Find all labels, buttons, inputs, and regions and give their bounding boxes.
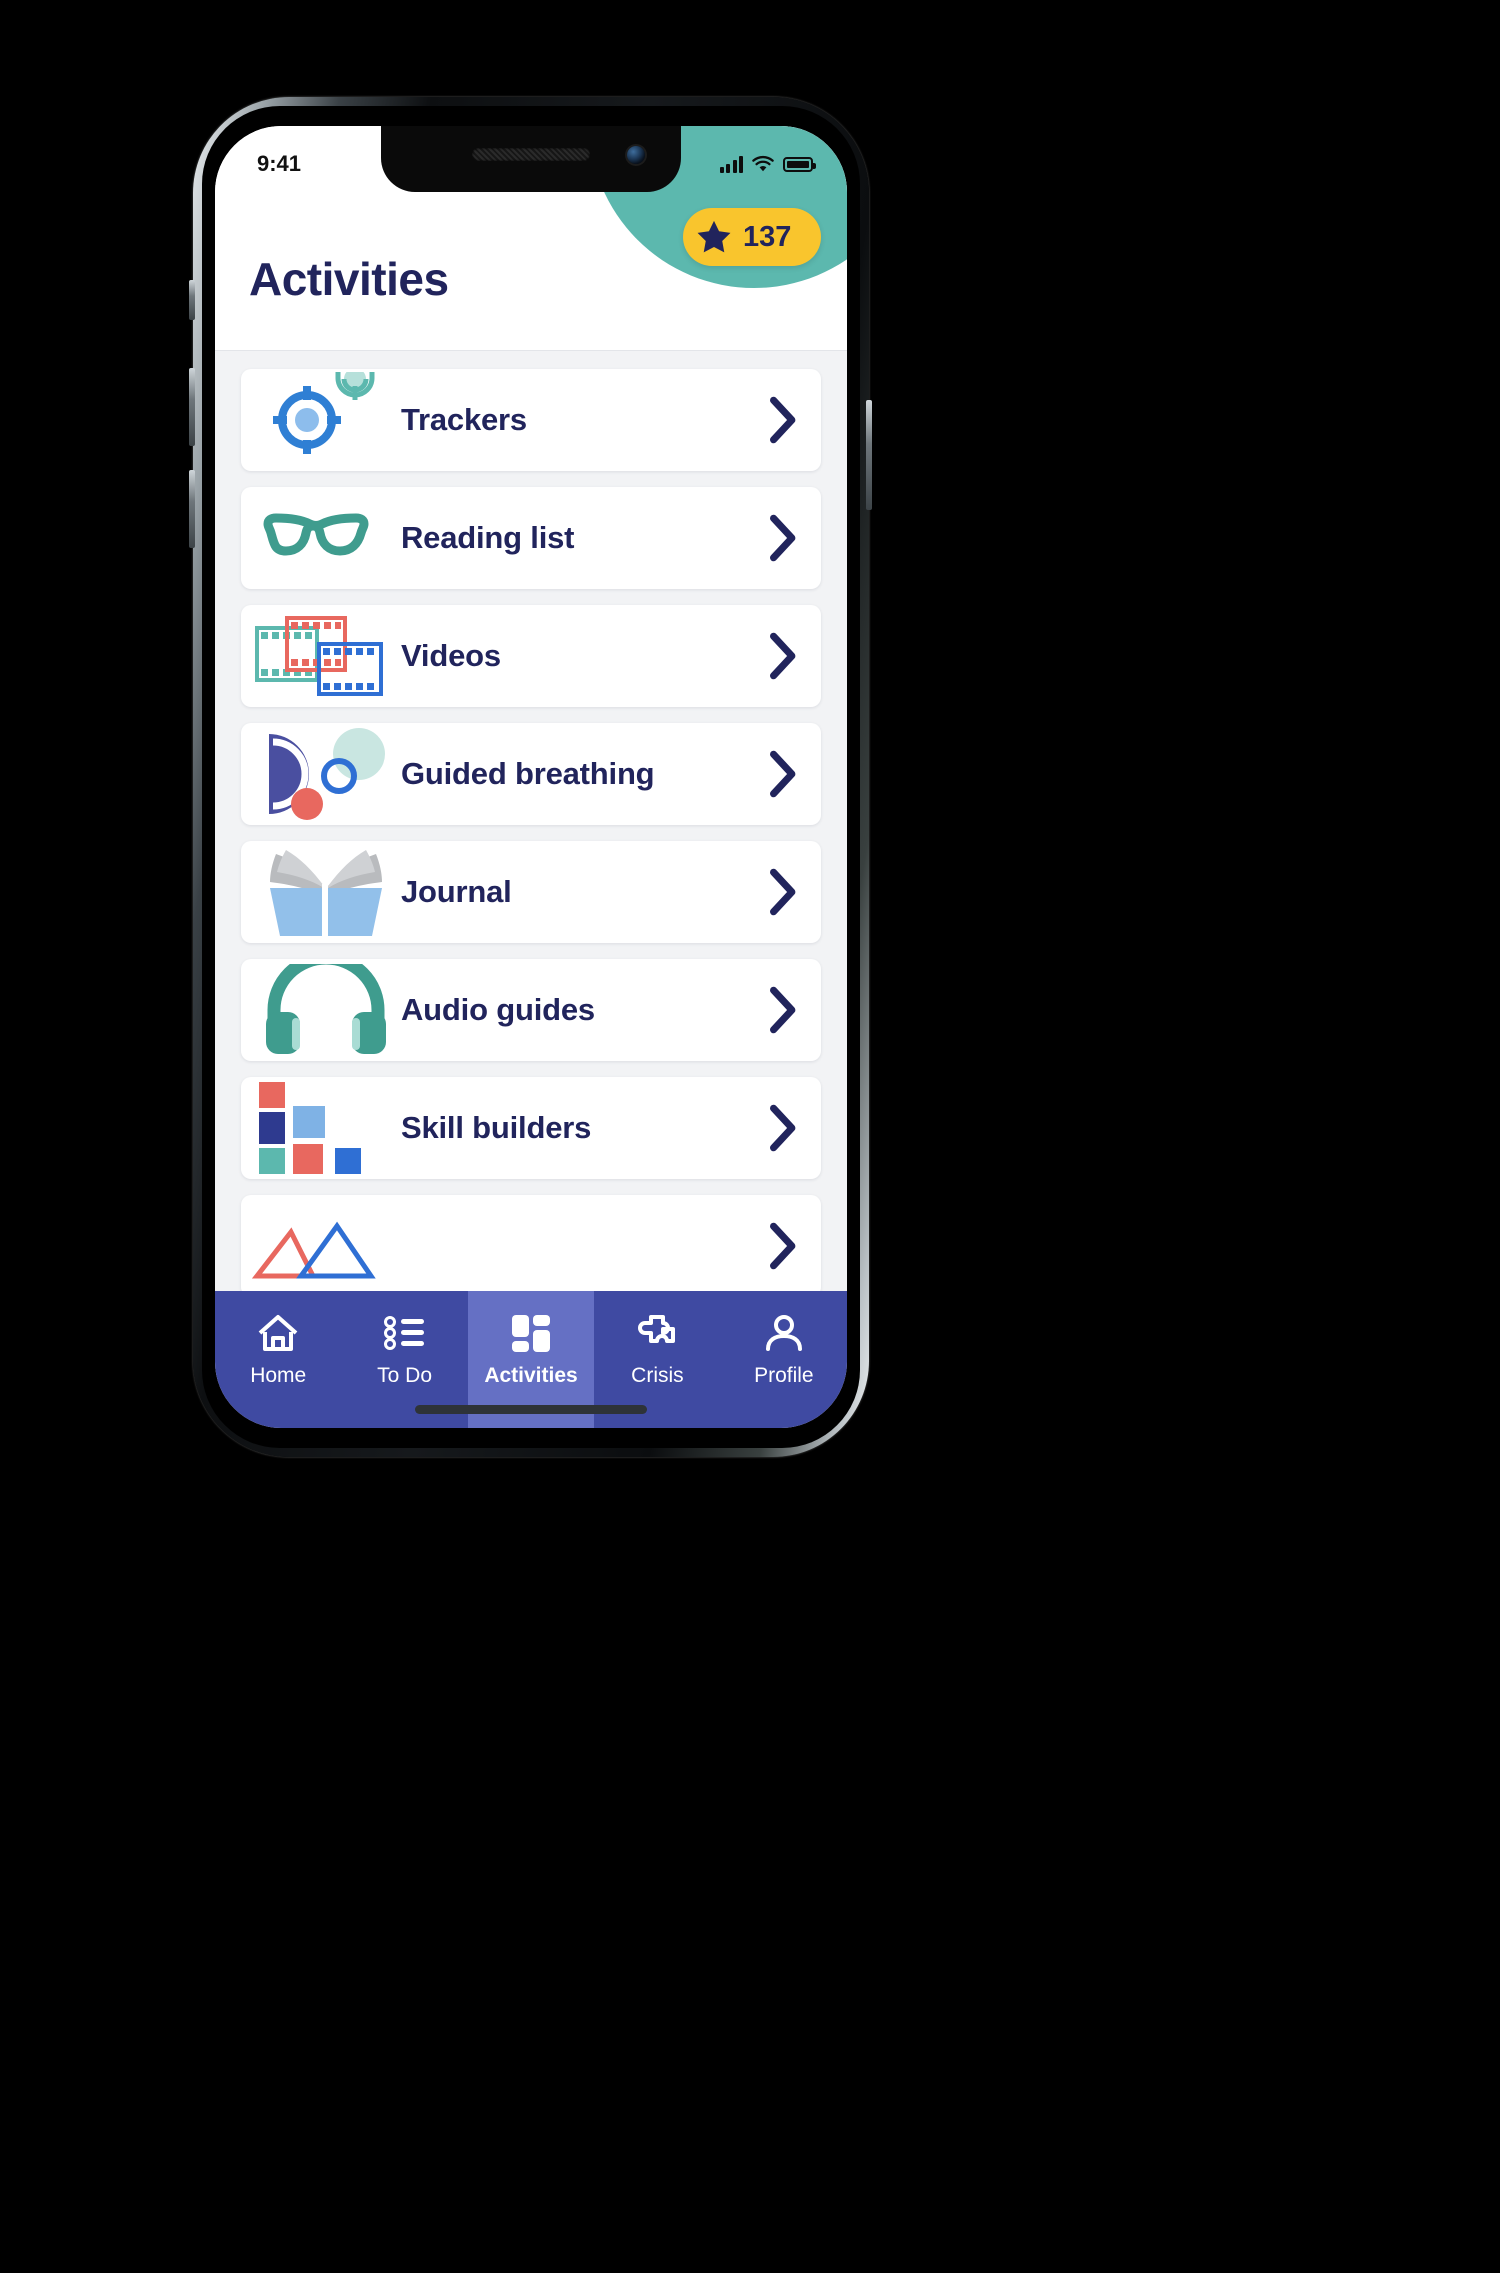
screenshot-stage: 9:41 137 Activities Trackers Reading lis… — [0, 0, 1500, 2273]
list-item-partial[interactable] — [241, 1195, 821, 1291]
page-title: Activities — [249, 253, 449, 305]
status-bar: 9:41 — [215, 126, 847, 192]
power-button[interactable] — [866, 400, 872, 510]
activities-list[interactable]: Trackers Reading list Videos Guided brea… — [215, 351, 847, 1291]
volume-up-button[interactable] — [189, 368, 195, 446]
cellular-bars-icon — [719, 155, 743, 173]
nav-label: Profile — [754, 1364, 814, 1387]
mute-switch[interactable] — [189, 280, 195, 320]
phone-screen: 9:41 137 Activities Trackers Reading lis… — [215, 126, 847, 1428]
list-item-label: Guided breathing — [401, 756, 655, 791]
list-item-label: Audio guides — [401, 992, 595, 1027]
nav-label: Activities — [484, 1364, 578, 1387]
blocks-grid-icon — [251, 1077, 401, 1179]
chevron-right-icon[interactable] — [755, 750, 799, 798]
nav-label: To Do — [377, 1364, 433, 1387]
person-icon — [762, 1311, 806, 1355]
checklist-icon — [383, 1311, 427, 1355]
chevron-right-icon[interactable] — [755, 396, 799, 444]
chevron-right-icon[interactable] — [755, 986, 799, 1034]
list-item-videos[interactable]: Videos — [241, 605, 821, 707]
open-book-icon — [251, 841, 401, 943]
chevron-right-icon[interactable] — [755, 632, 799, 680]
chevron-right-icon[interactable] — [755, 868, 799, 916]
status-time: 9:41 — [257, 151, 302, 176]
list-item-label: Skill builders — [401, 1110, 592, 1145]
list-item-label: Trackers — [401, 402, 527, 437]
points-value: 137 — [743, 220, 792, 253]
list-item-guided-breathing[interactable]: Guided breathing — [241, 723, 821, 825]
list-item-audio-guides[interactable]: Audio guides — [241, 959, 821, 1061]
status-indicators — [719, 155, 816, 173]
list-item-journal[interactable]: Journal — [241, 841, 821, 943]
battery-full-icon — [783, 156, 816, 172]
list-item-trackers[interactable]: Trackers — [241, 369, 821, 471]
chevron-right-icon[interactable] — [755, 1222, 799, 1270]
home-indicator[interactable] — [415, 1405, 647, 1414]
list-item-label: Videos — [401, 638, 501, 673]
glasses-icon — [251, 487, 401, 589]
breathing-circles-icon — [251, 723, 401, 825]
nav-item-profile[interactable]: Profile — [721, 1291, 847, 1428]
chevron-right-icon[interactable] — [755, 1104, 799, 1152]
chevron-right-icon[interactable] — [755, 514, 799, 562]
list-item-label: Journal — [401, 874, 512, 909]
list-item-label: Reading list — [401, 520, 575, 555]
mountain-chart-icon — [251, 1195, 401, 1291]
headphones-icon — [251, 959, 401, 1061]
star-icon — [697, 220, 731, 253]
home-icon — [256, 1311, 300, 1355]
film-strip-icon — [251, 605, 401, 707]
nav-item-home[interactable]: Home — [215, 1291, 341, 1428]
list-item-skill-builders[interactable]: Skill builders — [241, 1077, 821, 1179]
wifi-icon — [752, 155, 774, 172]
puzzle-icon — [635, 1311, 679, 1355]
nav-label: Home — [250, 1364, 307, 1387]
target-tracker-icon — [251, 369, 401, 471]
list-item-reading-list[interactable]: Reading list — [241, 487, 821, 589]
points-badge[interactable]: 137 — [683, 208, 821, 266]
grid-icon — [510, 1311, 552, 1355]
nav-label: Crisis — [631, 1364, 684, 1387]
volume-down-button[interactable] — [189, 470, 195, 548]
